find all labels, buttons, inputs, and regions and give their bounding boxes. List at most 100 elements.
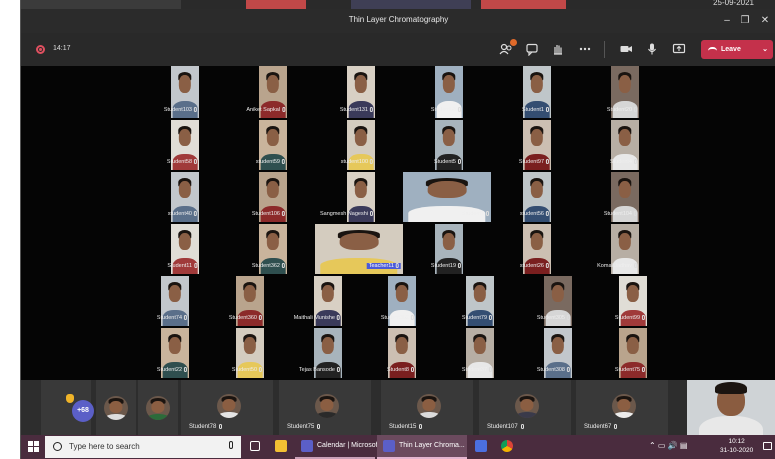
mic-icon [282, 263, 285, 268]
mic-icon [419, 424, 423, 429]
share-screen-icon[interactable] [672, 42, 686, 56]
mic-icon [370, 211, 373, 216]
clock-date: 31-10-2020 [720, 447, 754, 454]
participant-tile[interactable] [138, 380, 178, 435]
raise-hand-icon[interactable] [551, 42, 565, 56]
mic-icon [194, 263, 197, 268]
taskbar-app-calendar[interactable]: Calendar | Microsof... [295, 435, 383, 459]
overflow-participants[interactable]: +68 [41, 380, 94, 435]
mic-icon [458, 263, 461, 268]
meeting-timer: 14:17 [53, 45, 71, 52]
taskbar-app-meeting[interactable]: Thin Layer Chroma... [377, 435, 467, 459]
recording-icon [36, 45, 45, 54]
microphone-icon[interactable] [229, 441, 233, 449]
participant-name: Student50 [232, 367, 262, 373]
title-bar: Thin Layer Chromatography – ❐ ✕ [21, 9, 775, 33]
participant-name: Aniket Sapkal [246, 107, 285, 113]
avatar [104, 396, 128, 420]
system-tray[interactable]: ⌃ ▭ 🔊 ▤ [649, 441, 687, 450]
participant-name: student26 [520, 263, 549, 269]
mic-icon [411, 367, 414, 372]
self-video-preview [687, 380, 775, 435]
participant-tile[interactable]: Student75 [279, 380, 371, 435]
toolbar-divider [604, 41, 605, 58]
mic-icon [486, 211, 489, 216]
participant-name: student100 [341, 159, 373, 165]
participant-name: Student99 [615, 315, 645, 321]
chat-icon[interactable] [525, 42, 539, 57]
mic-icon [184, 367, 187, 372]
participant-name: Student19 [431, 263, 461, 269]
teams-icon [383, 440, 395, 452]
avatar [315, 394, 339, 418]
maximize-icon[interactable]: ❐ [737, 13, 753, 29]
participant-name: student56 [520, 211, 549, 217]
more-options-icon[interactable] [578, 42, 592, 56]
video-grid: Student103 Aniket Sapkal Student131 Stud… [21, 66, 775, 380]
participant-name: Komal Jadhav [597, 263, 637, 269]
taskbar-clock[interactable]: 10:12 31-10-2020 [720, 437, 753, 455]
mic-icon [489, 315, 492, 320]
notifications-icon[interactable] [763, 442, 772, 450]
close-icon[interactable]: ✕ [757, 13, 773, 29]
mic-icon [458, 107, 461, 112]
taskbar-app-label: Calendar | Microsof... [317, 442, 384, 449]
search-placeholder: Type here to search [69, 442, 140, 451]
participant-name: Student362 [252, 263, 285, 269]
participant-name: Student131 [340, 107, 373, 113]
participant-tile[interactable]: Student67 [576, 380, 668, 435]
participants-icon[interactable] [499, 39, 517, 56]
mic-icon [458, 159, 461, 164]
mic-icon [370, 159, 373, 164]
taskbar-app-label: Thin Layer Chroma... [399, 442, 465, 449]
minimize-icon[interactable]: – [719, 13, 735, 29]
meeting-toolbar: 14:17 Leave ⌄ [21, 33, 775, 66]
avatar [515, 394, 539, 418]
chevron-down-icon[interactable]: ⌄ [762, 40, 768, 59]
mic-icon [194, 211, 197, 216]
host-date: 25-09-2021 [713, 0, 754, 7]
avatar [217, 394, 241, 418]
participant-name: Student107 [487, 424, 524, 430]
participant-tile[interactable]: Student15 [381, 380, 473, 435]
host-browser-strip: 25-09-2021 [21, 0, 775, 9]
participant-tile[interactable]: Student78 [181, 380, 273, 435]
participant-tile[interactable] [96, 380, 136, 435]
participant-name: Student8 [387, 367, 414, 373]
overflow-count: +68 [72, 400, 94, 422]
participant-name: Student106 [252, 211, 285, 217]
mic-icon [282, 211, 285, 216]
mic-icon [370, 107, 373, 112]
avatar [417, 394, 441, 418]
participant-name: Student104 [604, 211, 637, 217]
clock-time: 10:12 [728, 438, 745, 445]
window-title: Thin Layer Chromatography [348, 15, 449, 24]
mic-icon [634, 263, 637, 268]
participant-name: Student103 [164, 107, 197, 113]
mic-icon [546, 159, 549, 164]
task-view-icon[interactable] [243, 435, 267, 459]
participant-name: Student5 [434, 159, 461, 165]
notification-badge [510, 39, 517, 46]
camera-icon[interactable] [619, 42, 633, 56]
participant-name: Student67 [584, 424, 618, 430]
taskbar-search[interactable]: Type here to search [45, 436, 241, 458]
mic-icon [194, 107, 197, 112]
mic-icon [184, 315, 187, 320]
leave-button[interactable]: Leave ⌄ [701, 40, 773, 59]
participant-tile[interactable]: Student107 [479, 380, 571, 435]
mic-icon [489, 367, 492, 372]
teams-icon [301, 440, 313, 452]
participant-name: Student362 [381, 315, 414, 321]
file-explorer-icon[interactable] [269, 435, 293, 459]
participant-name: Student75 [287, 424, 321, 430]
mic-icon [546, 107, 549, 112]
teams-app-icon[interactable] [469, 435, 493, 459]
windows-start-icon[interactable] [28, 441, 40, 453]
microphone-icon[interactable] [645, 42, 659, 56]
chrome-icon[interactable] [495, 435, 519, 459]
participants-row: +68 Student78 Student75 Student15 Studen… [21, 380, 775, 435]
participant-name: Student20 [607, 107, 637, 113]
teams-window: 25-09-2021 Thin Layer Chromatography – ❐… [20, 0, 775, 459]
mic-icon [642, 367, 645, 372]
